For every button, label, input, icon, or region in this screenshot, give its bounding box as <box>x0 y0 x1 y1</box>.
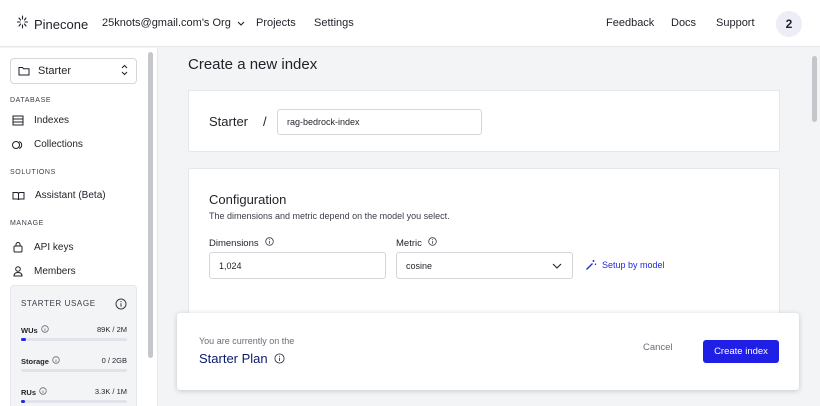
nav-projects[interactable]: Projects <box>256 17 296 29</box>
sidebar-item-label: Members <box>34 265 76 277</box>
info-icon[interactable] <box>274 353 285 364</box>
org-name: 25knots@gmail.com's Org <box>102 17 231 29</box>
org-selector[interactable]: 25knots@gmail.com's Org <box>102 17 245 29</box>
usage-bar-fill <box>21 400 26 403</box>
create-index-button[interactable]: Create index <box>703 340 779 363</box>
info-icon[interactable] <box>428 237 437 249</box>
lock-icon <box>12 241 24 253</box>
nav-support[interactable]: Support <box>716 17 755 29</box>
plan-intro-text: You are currently on the <box>199 336 295 346</box>
metric-label-row: Metric <box>396 237 437 249</box>
plan-name-row: Starter Plan <box>199 351 285 366</box>
sidebar-item-indexes[interactable]: Indexes <box>12 115 69 126</box>
info-icon[interactable] <box>52 356 60 366</box>
usage-value-storage: 0 / 2GB <box>101 356 127 365</box>
project-selector[interactable]: Starter <box>10 58 137 84</box>
page-title: Create a new index <box>188 56 318 73</box>
usage-label-rus: RUs <box>21 387 37 397</box>
logo-text: Pinecone <box>34 17 89 32</box>
sidebar-item-members[interactable]: Members <box>12 265 76 277</box>
table-icon <box>12 115 24 126</box>
collections-icon <box>12 140 24 150</box>
chevron-updown-icon <box>121 64 128 79</box>
sidebar: Starter DATABASE Indexes Collections SOL… <box>0 48 158 406</box>
index-name-card: Starter / rag-bedrock-index <box>188 90 780 152</box>
avatar[interactable]: 2 <box>776 11 802 37</box>
plan-name: Starter Plan <box>199 351 268 366</box>
folder-icon <box>18 66 30 76</box>
metric-label: Metric <box>396 237 422 249</box>
configuration-card: Configuration The dimensions and metric … <box>188 168 780 328</box>
usage-bar-wus <box>21 338 127 341</box>
sidebar-item-label: Assistant (Beta) <box>35 190 106 201</box>
nav-docs[interactable]: Docs <box>671 17 696 29</box>
sidebar-item-collections[interactable]: Collections <box>12 139 83 150</box>
sidebar-item-label: API keys <box>34 241 74 253</box>
sidebar-item-label: Collections <box>34 139 83 150</box>
sidebar-item-label: Indexes <box>34 115 70 126</box>
info-icon[interactable] <box>264 237 274 249</box>
magic-wand-icon <box>585 259 597 271</box>
configuration-title: Configuration <box>209 192 287 207</box>
cancel-button[interactable]: Cancel <box>643 342 673 353</box>
chevron-down-icon <box>552 263 562 269</box>
setup-link-label: Setup by model <box>602 260 665 270</box>
configuration-subtitle: The dimensions and metric depend on the … <box>209 211 450 221</box>
usage-bar-storage <box>21 369 127 372</box>
usage-bar-fill <box>21 338 26 341</box>
pinecone-logo[interactable]: Pinecone <box>16 15 88 34</box>
main-scrollbar[interactable] <box>812 56 817 122</box>
metric-select[interactable]: cosine <box>396 252 573 279</box>
index-name-input[interactable]: rag-bedrock-index <box>277 109 482 135</box>
usage-label-wus: WUs <box>21 325 38 335</box>
user-icon <box>12 265 24 277</box>
chevron-down-icon <box>237 17 245 29</box>
dimensions-label-row: Dimensions <box>209 237 274 249</box>
section-database: DATABASE <box>10 97 52 104</box>
nav-feedback[interactable]: Feedback <box>606 17 654 29</box>
info-icon[interactable] <box>39 387 47 397</box>
sidebar-item-assistant[interactable]: Assistant (Beta) <box>12 190 106 201</box>
dimensions-input[interactable]: 1,024 <box>209 252 386 279</box>
usage-label-storage: Storage <box>21 356 49 366</box>
usage-bar-rus <box>21 400 127 403</box>
book-icon <box>12 191 25 201</box>
info-icon[interactable] <box>115 297 127 315</box>
dimensions-label: Dimensions <box>209 237 259 249</box>
setup-by-model-link[interactable]: Setup by model <box>585 259 665 271</box>
breadcrumb-project: Starter <box>209 114 249 129</box>
section-manage: MANAGE <box>10 220 44 227</box>
top-bar: Pinecone 25knots@gmail.com's Org Project… <box>0 0 820 47</box>
nav-settings[interactable]: Settings <box>314 17 354 29</box>
metric-value: cosine <box>406 260 433 271</box>
usage-title: STARTER USAGE <box>21 299 96 308</box>
section-solutions: SOLUTIONS <box>10 169 56 176</box>
usage-value-rus: 3.3K / 1M <box>94 387 127 396</box>
usage-value-wus: 89K / 2M <box>96 325 127 334</box>
starter-usage-panel: STARTER USAGE WUs 89K / 2M Storage 0 / 2… <box>10 285 137 406</box>
sidebar-scrollbar[interactable] <box>148 52 153 358</box>
sidebar-item-api-keys[interactable]: API keys <box>12 241 73 253</box>
info-icon[interactable] <box>40 325 49 335</box>
breadcrumb-separator: / <box>263 114 267 129</box>
pinecone-logo-icon <box>16 15 29 34</box>
plan-footer: You are currently on the Starter Plan Ca… <box>177 313 799 390</box>
project-name: Starter <box>38 65 72 77</box>
